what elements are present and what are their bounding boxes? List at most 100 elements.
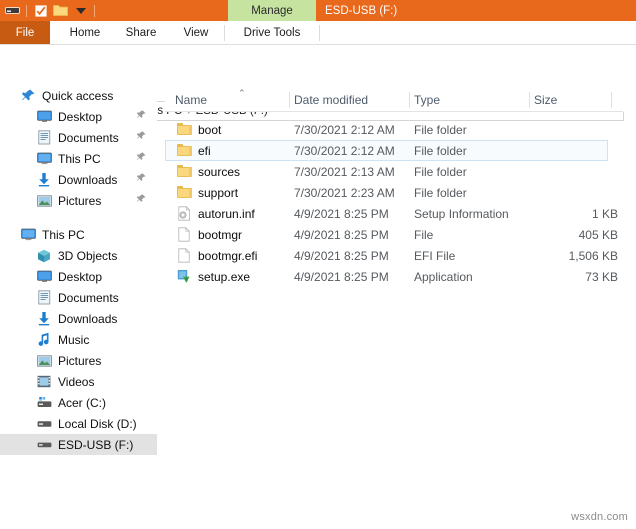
sidebar-item-documents-qa-label: Documents: [58, 130, 119, 145]
sidebar-item-downloads[interactable]: Downloads: [0, 308, 157, 329]
column-header-type[interactable]: Type: [414, 88, 532, 112]
table-row[interactable]: efi 7/30/2021 2:12 AM File folder: [165, 140, 608, 161]
sort-ascending-icon: ⌃: [238, 88, 246, 98]
sidebar-item-downloads-qa-label: Downloads: [58, 172, 118, 187]
column-header-date-modified[interactable]: Date modified: [294, 88, 412, 112]
this-pc-icon: [36, 151, 52, 167]
sidebar-item-3d-objects-label: 3D Objects: [58, 248, 118, 263]
contextual-tab-header[interactable]: Manage: [228, 0, 316, 21]
desktop-icon: [36, 109, 52, 125]
sidebar-item-acer-c-label: Acer (C:): [58, 395, 106, 410]
file-name: autorun.inf: [198, 206, 255, 221]
sidebar-item-downloads-label: Downloads: [58, 311, 118, 326]
sidebar-item-pictures-qa-label: Pictures: [58, 193, 102, 208]
file-date-modified: 7/30/2021 2:13 AM: [294, 164, 395, 179]
sidebar-item-this-pc-qa[interactable]: This PC: [0, 148, 157, 169]
generic-file-icon: [176, 226, 192, 242]
pin-icon[interactable]: [134, 109, 148, 123]
drive-icon[interactable]: [4, 2, 21, 19]
folder-icon: [176, 163, 192, 179]
tab-drive-tools-label: Drive Tools: [243, 27, 301, 39]
file-name: sources: [198, 164, 241, 179]
sidebar-item-acer-c[interactable]: Acer (C:): [0, 392, 157, 413]
table-row[interactable]: bootmgr.efi 4/9/2021 8:25 PM EFI File 1,…: [165, 245, 636, 266]
file-type: File folder: [414, 185, 467, 200]
sidebar-item-desktop[interactable]: Desktop: [0, 266, 157, 287]
title-bar: Manage ESD-USB (F:): [0, 0, 636, 21]
file-type: Setup Information: [414, 206, 509, 221]
sidebar-item-this-pc[interactable]: This PC: [0, 224, 157, 245]
system-drive-icon: [36, 395, 52, 411]
sidebar-item-documents-label: Documents: [58, 290, 119, 305]
drive-icon: [36, 416, 52, 432]
sidebar-item-this-pc-qa-label: This PC: [58, 151, 101, 166]
table-row[interactable]: autorun.inf 4/9/2021 8:25 PM Setup Infor…: [165, 203, 636, 224]
column-separator-3[interactable]: [529, 92, 530, 108]
sidebar-item-3d-objects[interactable]: 3D Objects: [0, 245, 157, 266]
column-separator-4[interactable]: [611, 92, 612, 108]
sidebar-item-pictures[interactable]: Pictures: [0, 350, 157, 371]
sidebar-item-desktop-qa[interactable]: Desktop: [0, 106, 157, 127]
table-row[interactable]: support 7/30/2021 2:23 AM File folder: [165, 182, 636, 203]
properties-check-icon[interactable]: [32, 2, 49, 19]
file-type: EFI File: [414, 248, 456, 263]
tab-drive-tools[interactable]: Drive Tools: [228, 21, 316, 45]
sidebar-item-quick-access[interactable]: Quick access: [0, 85, 157, 106]
pin-icon[interactable]: [134, 151, 148, 165]
watermark: wsxdn.com: [571, 511, 628, 523]
file-type: File folder: [414, 143, 467, 158]
folder-icon: [176, 121, 192, 137]
file-name: efi: [198, 143, 211, 158]
application-icon: [176, 268, 192, 284]
tab-share[interactable]: Share: [116, 21, 166, 45]
customize-chevron-icon[interactable]: [72, 2, 89, 19]
column-separator-1[interactable]: [289, 92, 290, 108]
sidebar-item-pictures-qa[interactable]: Pictures: [0, 190, 157, 211]
tab-share-label: Share: [125, 27, 157, 39]
table-row[interactable]: bootmgr 4/9/2021 8:25 PM File 405 KB: [165, 224, 636, 245]
pin-icon[interactable]: [134, 193, 148, 207]
tab-divider-left: [224, 25, 225, 41]
tab-file[interactable]: File: [0, 21, 50, 45]
downloads-icon: [36, 172, 52, 188]
file-date-modified: 4/9/2021 8:25 PM: [294, 227, 389, 242]
sidebar-item-local-disk-d[interactable]: Local Disk (D:): [0, 413, 157, 434]
sidebar-item-documents[interactable]: Documents: [0, 287, 157, 308]
3d-objects-icon: [36, 248, 52, 264]
column-header-size-label: Size: [534, 93, 558, 107]
sidebar-item-music[interactable]: Music: [0, 329, 157, 350]
new-folder-icon[interactable]: [52, 2, 69, 19]
column-header-date-modified-label: Date modified: [294, 93, 369, 107]
address-bar: › This PC › ESD-USB (F:): [0, 45, 636, 121]
documents-icon: [36, 290, 52, 306]
sidebar-item-documents-qa[interactable]: Documents: [0, 127, 157, 148]
column-header-name[interactable]: Name ⌃: [175, 88, 293, 112]
pictures-icon: [36, 353, 52, 369]
table-row[interactable]: sources 7/30/2021 2:13 AM File folder: [165, 161, 636, 182]
file-type: File folder: [414, 164, 467, 179]
tab-home-label: Home: [69, 27, 101, 39]
table-row[interactable]: boot 7/30/2021 2:12 AM File folder: [165, 119, 636, 140]
file-size: 1 KB: [591, 206, 618, 221]
tab-home[interactable]: Home: [58, 21, 112, 45]
sidebar-item-esd-usb-f[interactable]: ESD-USB (F:): [0, 434, 157, 455]
tab-view-label: View: [183, 27, 209, 39]
file-size: 1,506 KB: [568, 248, 618, 263]
navigation-pane: Quick access Desktop Documents This PC D…: [0, 85, 157, 529]
sidebar-item-desktop-label: Desktop: [58, 269, 103, 284]
window-title-label: ESD-USB (F:): [325, 4, 398, 17]
videos-icon: [36, 374, 52, 390]
file-size: 73 KB: [585, 269, 618, 284]
tab-view[interactable]: View: [172, 21, 220, 45]
column-separator-2[interactable]: [409, 92, 410, 108]
pin-icon[interactable]: [134, 172, 148, 186]
tab-file-label: File: [15, 27, 35, 39]
pin-icon[interactable]: [134, 130, 148, 144]
sidebar-item-music-label: Music: [58, 332, 90, 347]
table-row[interactable]: setup.exe 4/9/2021 8:25 PM Application 7…: [165, 266, 636, 287]
drive-icon: [36, 437, 52, 453]
folder-icon: [176, 142, 192, 158]
sidebar-item-videos[interactable]: Videos: [0, 371, 157, 392]
sidebar-item-downloads-qa[interactable]: Downloads: [0, 169, 157, 190]
